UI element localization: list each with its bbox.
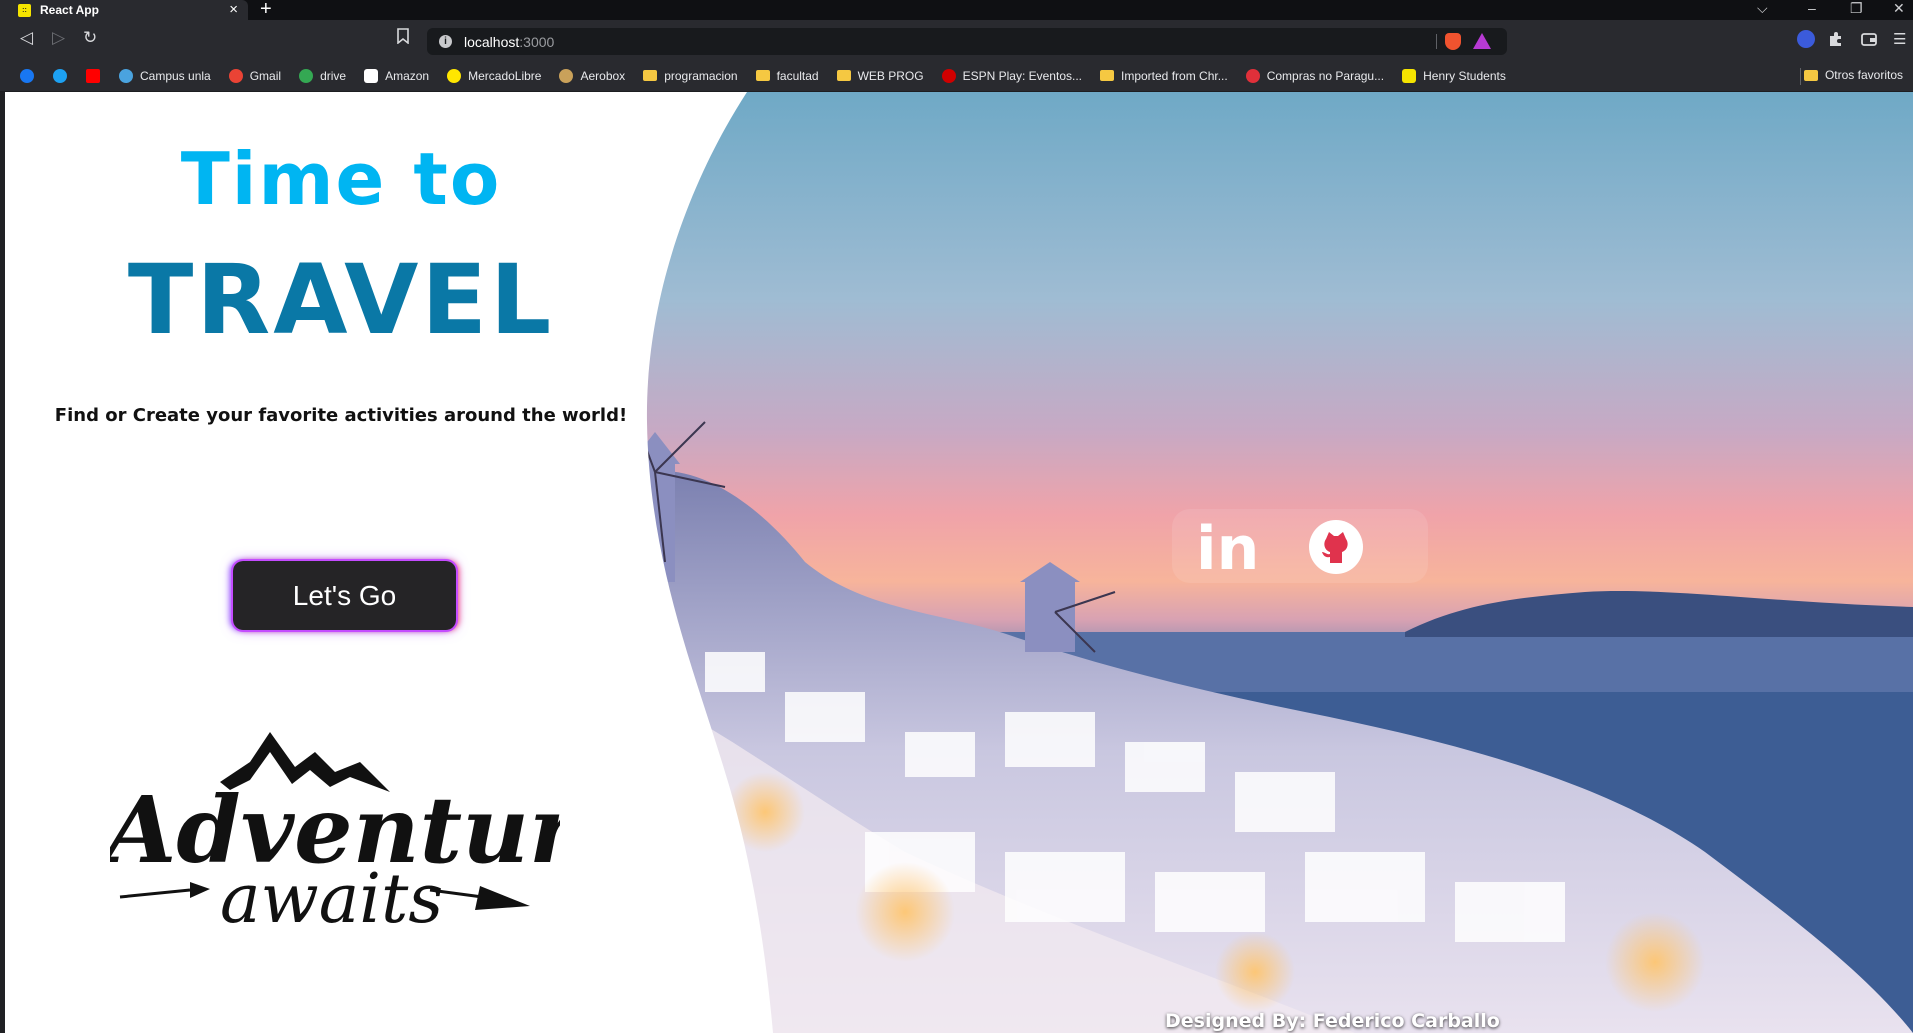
bookmark-label: Amazon (385, 68, 430, 83)
facebook-icon (20, 68, 34, 83)
bookmark-item[interactable]: Amazon (364, 68, 430, 83)
folder-icon (1100, 70, 1114, 81)
site-info-icon[interactable]: i (439, 35, 452, 48)
mercadolibre-icon (447, 68, 462, 83)
bookmark-item[interactable]: programacion (643, 68, 738, 83)
social-links-panel: in (1172, 509, 1428, 584)
reload-button[interactable]: ↻ (83, 28, 97, 48)
bookmark-label: WEB PROG (857, 68, 924, 83)
designer-credit: Designed By: Federico Carballo (1165, 1010, 1500, 1032)
folder-icon (1803, 69, 1818, 81)
back-button[interactable]: ◁ (20, 28, 33, 48)
bookmark-item[interactable] (53, 68, 74, 83)
bookmark-label: MercadoLibre (468, 68, 542, 83)
bookmark-item[interactable] (86, 68, 107, 83)
youtube-icon (86, 68, 100, 83)
mountains-logo-icon: Adventure awaits (97, 732, 636, 939)
other-bookmarks[interactable]: Otros favoritos (1803, 68, 1903, 82)
browser-tabstrip: :: React App × + ⌵ – ❐ ✕ (0, 0, 1913, 20)
menu-icon[interactable]: ☰ (1893, 30, 1906, 48)
bookmark-item[interactable]: facultad (755, 68, 819, 83)
adventure-awaits-logo: Adventure awaits (97, 722, 636, 952)
forward-button[interactable]: ▷ (52, 28, 65, 48)
wallet-icon[interactable] (1860, 30, 1878, 48)
bookmark-item[interactable]: Gmail (228, 68, 282, 83)
extensions-puzzle-icon[interactable] (1827, 30, 1845, 48)
other-bookmarks-label: Otros favoritos (1824, 68, 1903, 82)
bookmark-label: facultad (776, 68, 819, 83)
linkedin-link[interactable]: in (1194, 514, 1259, 584)
henry-icon (1402, 68, 1417, 83)
bookmarks-bar: Campus unla Gmail drive Amazon MercadoLibre A… (0, 60, 1913, 92)
bookmark-item[interactable]: Imported from Chr... (1100, 69, 1228, 83)
folder-icon (643, 70, 658, 81)
drive-icon (299, 68, 314, 83)
bookmark-label: Compras no Paragu... (1266, 68, 1385, 83)
omnibox-divider (1436, 34, 1437, 49)
page-viewport: Time to TRAVEL Find or Create your favor… (5, 92, 1913, 1033)
address-bar[interactable]: i localhost:3000 (427, 28, 1507, 55)
hero-subtitle: Find or Create your favorite activities … (54, 405, 628, 426)
compras-icon (1245, 68, 1260, 83)
folder-icon (755, 70, 770, 81)
browser-tab[interactable]: :: React App × (0, 0, 248, 20)
vpn-extension-icon[interactable] (1797, 30, 1815, 48)
bookmark-item[interactable]: Compras no Paragu... (1245, 68, 1385, 83)
bookmark-label: ESPN Play: Eventos... (962, 68, 1082, 83)
browser-toolbar: ◁ ▷ ↻ i localhost:3000 ☰ (0, 20, 1913, 60)
hero-title-line2: TRAVEL (127, 244, 555, 356)
campus-icon (119, 68, 133, 83)
close-window-button[interactable]: ✕ (1893, 0, 1905, 17)
gmail-icon (228, 68, 243, 83)
bookmark-label: Henry Students (1423, 68, 1506, 83)
amazon-icon (364, 68, 379, 83)
bookmark-item[interactable]: drive (299, 68, 347, 83)
logo-word-awaits: awaits (220, 860, 443, 939)
bookmark-item[interactable]: ESPN Play: Eventos... (941, 68, 1082, 83)
brave-rewards-icon[interactable] (1473, 33, 1491, 49)
tab-search-icon[interactable]: ⌵ (1757, 0, 1768, 17)
bookmark-label: Aerobox (580, 68, 626, 83)
bookmark-item[interactable] (20, 68, 41, 83)
svg-text:in: in (1196, 517, 1256, 575)
aerobox-icon (559, 68, 574, 83)
new-tab-button[interactable]: + (260, 0, 272, 21)
tab-close-icon[interactable]: × (229, 1, 238, 18)
brave-shields-icon[interactable] (1445, 33, 1461, 50)
twitter-icon (53, 68, 67, 83)
tab-title: React App (40, 3, 99, 17)
bookmark-item[interactable]: Campus unla (119, 68, 211, 83)
bookmark-label: Gmail (249, 68, 282, 83)
bookmark-label: drive (320, 68, 347, 83)
bookmark-label: Campus unla (140, 68, 211, 83)
hero-title-line1: Time to (180, 137, 502, 221)
react-app-favicon-icon: :: (18, 3, 31, 17)
bookmark-item[interactable]: Aerobox (559, 68, 626, 83)
linkedin-icon: in (1196, 514, 1259, 584)
folder-icon (836, 70, 851, 81)
github-link[interactable] (1308, 519, 1364, 580)
url-port: :3000 (519, 33, 555, 50)
restore-button[interactable]: ❐ (1850, 0, 1863, 17)
espn-icon (941, 68, 956, 83)
bookmark-page-icon[interactable] (397, 28, 409, 44)
lets-go-button[interactable]: Let's Go (231, 559, 458, 632)
bookmark-item[interactable]: WEB PROG (836, 68, 924, 83)
bookmark-item[interactable]: MercadoLibre (447, 68, 542, 83)
github-icon (1309, 520, 1363, 574)
bookmark-label: Imported from Chr... (1121, 68, 1228, 83)
minimize-button[interactable]: – (1808, 0, 1816, 16)
bookmark-item[interactable]: Henry Students (1402, 68, 1506, 83)
bookmarks-divider (1800, 68, 1801, 85)
bookmark-label: programacion (664, 68, 738, 83)
url-host: localhost (464, 33, 520, 50)
